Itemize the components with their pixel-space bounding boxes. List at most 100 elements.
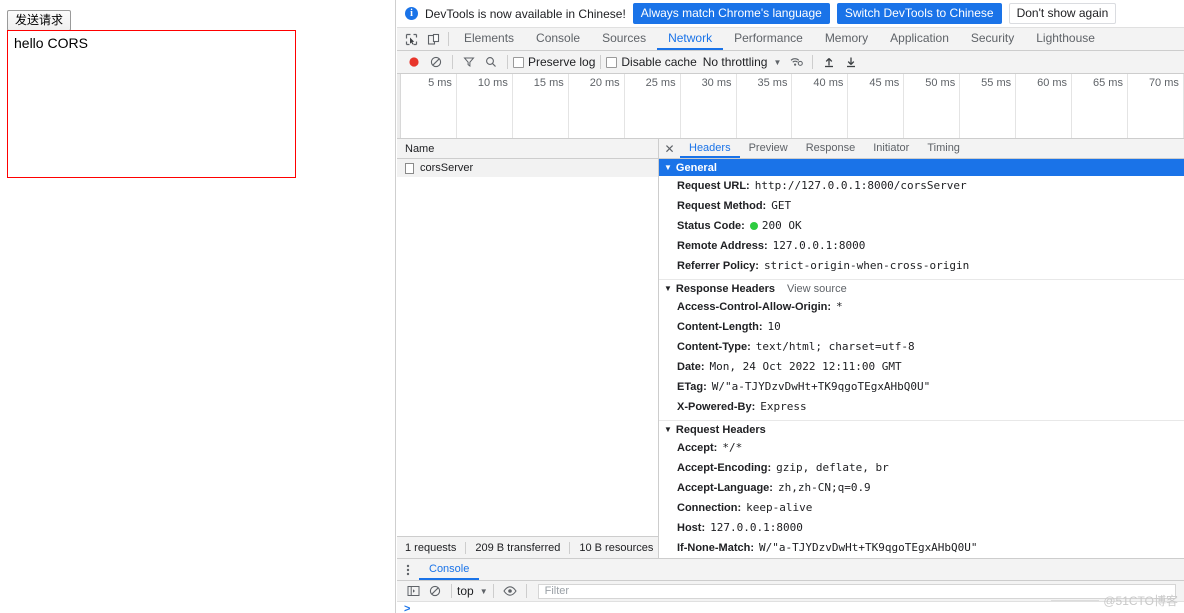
network-toolbar: Preserve log Disable cache No throttling… <box>397 51 1184 74</box>
tab-network[interactable]: Network <box>657 28 724 50</box>
drawer-tab-console[interactable]: Console <box>419 559 480 580</box>
header-row: Status Code: 200 OK <box>659 216 1184 236</box>
tab-security[interactable]: Security <box>960 28 1025 50</box>
timeline-tick: 10 ms <box>457 74 513 138</box>
header-key: Request URL: <box>677 180 750 192</box>
browser-page-pane: 发送请求 hello CORS <box>0 0 396 613</box>
tab-memory[interactable]: Memory <box>814 28 879 50</box>
header-row: Access-Control-Allow-Origin: * <box>659 297 1184 317</box>
detail-tab-response[interactable]: Response <box>797 139 865 158</box>
preserve-log-checkbox[interactable]: Preserve log <box>513 55 595 69</box>
toolbar-divider-2 <box>507 55 508 69</box>
clear-requests-icon[interactable] <box>425 51 447 73</box>
header-key: Connection: <box>677 502 742 514</box>
timeline-tick-label: 5 ms <box>428 77 452 89</box>
details-tabbar: ✕ Headers Preview Response Initiator Tim… <box>659 139 1184 159</box>
detail-tab-timing[interactable]: Timing <box>918 139 969 158</box>
switch-devtools-to-chinese-button[interactable]: Switch DevTools to Chinese <box>836 3 1002 24</box>
header-row: Content-Length: 10 <box>659 317 1184 337</box>
chevron-down-icon: ▼ <box>664 284 672 293</box>
header-row: Content-Type: text/html; charset=utf-8 <box>659 337 1184 357</box>
header-row: Request URL: http://127.0.0.1:8000/corsS… <box>659 176 1184 196</box>
header-value: zh,zh-CN;q=0.9 <box>777 481 871 494</box>
tab-application[interactable]: Application <box>879 28 960 50</box>
request-list: Name corsServer 1 requests 209 B transfe… <box>397 139 659 558</box>
throttling-dropdown[interactable]: No throttling ▼ <box>703 55 782 69</box>
section-general-header[interactable]: ▼ General <box>659 159 1184 176</box>
network-timeline-overview[interactable]: 5 ms 10 ms 15 ms 20 ms 25 ms 30 ms 35 ms… <box>397 74 1184 139</box>
timeline-tick: 65 ms <box>1072 74 1128 138</box>
more-options-icon[interactable] <box>397 559 419 580</box>
status-divider <box>569 541 571 554</box>
header-row: Connection: keep-alive <box>659 498 1184 518</box>
timeline-tick: 5 ms <box>401 74 457 138</box>
status-resources: 10 B resources <box>579 541 654 554</box>
search-icon[interactable] <box>480 51 502 73</box>
tab-lighthouse[interactable]: Lighthouse <box>1025 28 1106 50</box>
detail-tab-initiator[interactable]: Initiator <box>864 139 918 158</box>
header-key: Content-Type: <box>677 341 751 353</box>
header-row: Request Method: GET <box>659 196 1184 216</box>
devtools-tabbar: Elements Console Sources Network Perform… <box>397 28 1184 51</box>
network-conditions-icon[interactable] <box>785 51 807 73</box>
column-header-name: Name <box>405 142 435 155</box>
timeline-tick: 15 ms <box>513 74 569 138</box>
chevron-down-icon: ▼ <box>664 425 672 434</box>
request-list-body: corsServer <box>397 159 658 536</box>
status-code-text: 200 OK <box>761 219 802 232</box>
tab-performance[interactable]: Performance <box>723 28 814 50</box>
timeline-tick: 45 ms <box>848 74 905 138</box>
close-details-icon[interactable]: ✕ <box>659 139 680 158</box>
dont-show-again-button[interactable]: Don't show again <box>1008 3 1117 24</box>
clear-console-icon[interactable] <box>424 580 446 602</box>
detail-tab-headers[interactable]: Headers <box>680 139 740 158</box>
timeline-tick-label: 50 ms <box>925 77 956 89</box>
import-har-icon[interactable] <box>818 51 840 73</box>
execution-context-dropdown[interactable]: top ▼ <box>457 584 488 598</box>
request-details-pane: ✕ Headers Preview Response Initiator Tim… <box>659 139 1184 558</box>
timeline-tick: 40 ms <box>792 74 849 138</box>
preserve-log-label: Preserve log <box>528 55 596 69</box>
detail-tab-preview[interactable]: Preview <box>740 139 797 158</box>
send-request-button[interactable]: 发送请求 <box>7 10 72 31</box>
filter-icon[interactable] <box>458 51 480 73</box>
console-prompt[interactable]: > <box>397 602 1184 613</box>
header-value: Mon, 24 Oct 2022 12:11:00 GMT <box>709 360 902 373</box>
timeline-tick: 55 ms <box>960 74 1017 138</box>
tab-console[interactable]: Console <box>525 28 591 50</box>
prompt-caret-icon: > <box>404 603 411 613</box>
header-value: * <box>836 300 843 313</box>
console-filter-input[interactable]: Filter <box>537 583 1176 599</box>
request-row-corsserver[interactable]: corsServer <box>397 159 658 177</box>
toolbar-divider-4 <box>812 55 814 69</box>
tab-sources[interactable]: Sources <box>591 28 657 50</box>
header-row: Accept-Language: zh,zh-CN;q=0.9 <box>659 478 1184 498</box>
view-source-link[interactable]: View source <box>787 283 847 295</box>
export-har-icon[interactable] <box>840 51 862 73</box>
network-split-view: Name corsServer 1 requests 209 B transfe… <box>397 139 1184 558</box>
section-response-headers-header[interactable]: ▼ Response Headers View source <box>659 280 1184 297</box>
status-divider <box>465 541 467 554</box>
disable-cache-checkbox[interactable]: Disable cache <box>606 55 697 69</box>
header-value: W/"a-TJYDzvDwHt+TK9qgoTEgxAHbQ0U" <box>759 541 978 554</box>
record-button[interactable] <box>403 51 425 73</box>
timeline-tick: 30 ms <box>681 74 737 138</box>
header-key: Accept: <box>677 442 718 454</box>
response-result-box: hello CORS <box>7 30 296 178</box>
request-list-header[interactable]: Name <box>397 139 658 159</box>
always-match-language-button[interactable]: Always match Chrome's language <box>632 3 830 24</box>
console-divider-2 <box>492 584 494 598</box>
timeline-tick-label: 30 ms <box>701 77 732 89</box>
console-sidebar-icon[interactable] <box>402 580 424 602</box>
inspect-element-icon[interactable] <box>400 28 422 50</box>
header-row: Host: 127.0.0.1:8000 <box>659 518 1184 538</box>
timeline-tick-label: 15 ms <box>533 77 564 89</box>
tab-elements[interactable]: Elements <box>453 28 525 50</box>
screenshot-root: 发送请求 hello CORS i DevTools is now availa… <box>0 0 1184 613</box>
locale-banner: i DevTools is now available in Chinese! … <box>397 0 1184 28</box>
header-value: Express <box>760 400 807 413</box>
header-value: GET <box>771 199 792 212</box>
live-expression-eye-icon[interactable] <box>499 580 521 602</box>
device-toolbar-icon[interactable] <box>422 28 444 50</box>
section-request-headers-header[interactable]: ▼ Request Headers <box>659 421 1184 438</box>
